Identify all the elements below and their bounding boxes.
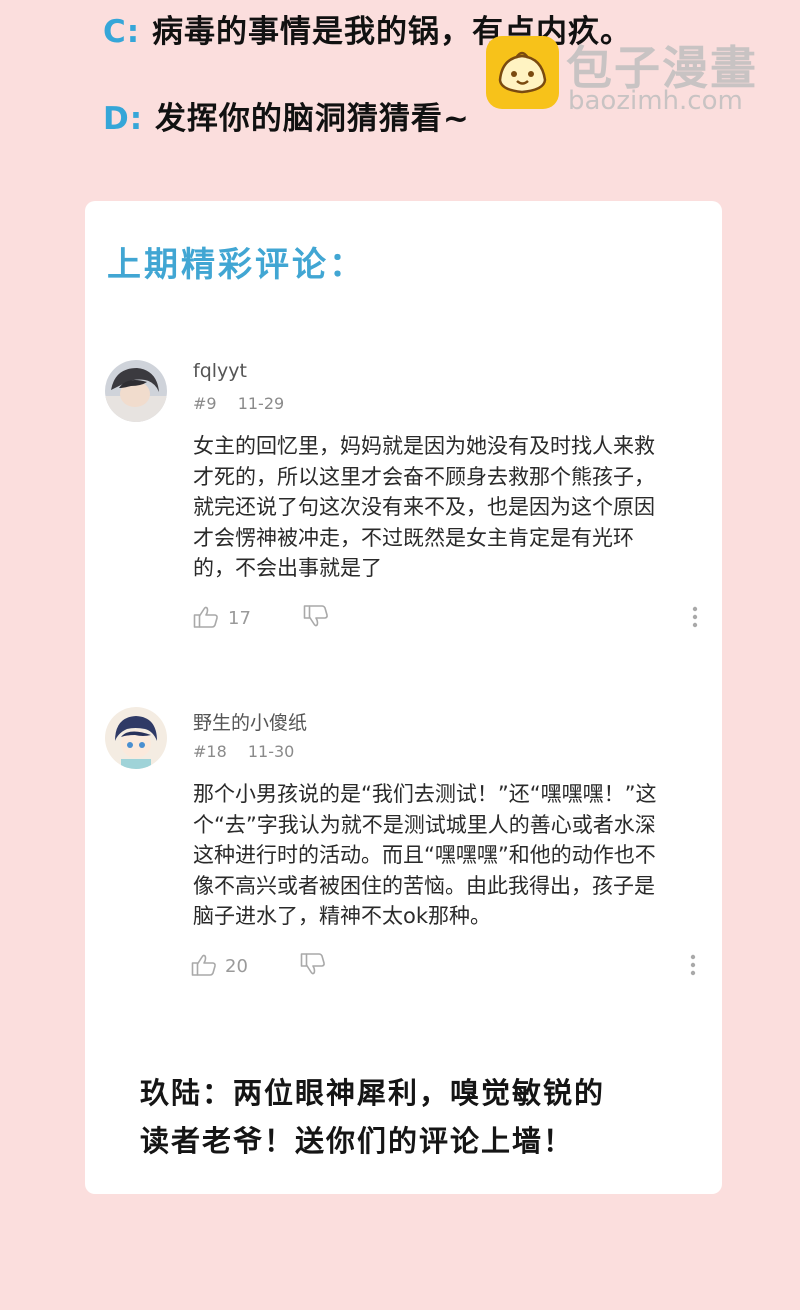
quiz-option-d-letter: D:	[103, 101, 144, 137]
username[interactable]: 野生的小傻纸	[193, 708, 307, 735]
avatar[interactable]	[105, 707, 167, 769]
comment-meta: #18 11-30	[193, 742, 294, 761]
thumbs-up-icon[interactable]	[191, 953, 217, 981]
comments-card: 上期精彩评论： fqlyyt #9 11-29 女主的回忆里，妈妈就是因为她没有…	[85, 201, 722, 1194]
more-options-icon[interactable]	[690, 954, 696, 980]
bun-icon	[486, 36, 559, 109]
closing-line: 读者老爷！送你们的评论上墙！	[140, 1124, 575, 1158]
thumbs-down-icon[interactable]	[300, 952, 326, 980]
floor-number: #9	[193, 394, 217, 413]
comment-line: 个“去”字我认为就不是测试城里人的善心或者水深	[193, 812, 656, 837]
comment-line: 这种进行时的活动。而且“嘿嘿嘿”和他的动作也不	[193, 843, 656, 867]
watermark: 包子漫畫 baozimh.com	[486, 32, 786, 122]
comment-line: 的，不会出事就是了	[193, 556, 382, 580]
comment-line: 才会愣神被冲走，不过既然是女主肯定是有光环	[193, 525, 634, 550]
quiz-option-c-letter: C:	[103, 14, 141, 50]
thumbs-up-icon[interactable]	[193, 605, 219, 633]
closing-message: 玖陆：两位眼神犀利，嗅觉敏锐的 读者老爷！送你们的评论上墙！	[140, 1069, 605, 1165]
more-options-icon[interactable]	[692, 606, 698, 632]
watermark-url: baozimh.com	[568, 86, 743, 116]
like-count: 17	[228, 608, 251, 629]
thumbs-down-icon[interactable]	[303, 604, 329, 632]
card-heading: 上期精彩评论：	[107, 245, 366, 285]
quiz-option-d: D: 发挥你的脑洞猜猜看~	[103, 93, 470, 138]
comment-line: 像不高兴或者被困住的苦恼。由此我得出，孩子是	[193, 873, 655, 898]
comment-body: 那个小男孩说的是“我们去测试！”还“嘿嘿嘿！”这 个“去”字我认为就不是测试城里…	[193, 779, 708, 932]
comment-line: 才死的，所以这里才会奋不顾身去救那个熊孩子，	[193, 464, 655, 489]
comment-line: 脑子进水了，精神不太ok那种。	[193, 904, 492, 928]
floor-number: #18	[193, 742, 227, 761]
comment-body: 女主的回忆里，妈妈就是因为她没有及时找人来救 才死的，所以这里才会奋不顾身去救那…	[193, 431, 708, 584]
comment-line: 那个小男孩说的是“我们去测试！”还“嘿嘿嘿！”这	[193, 782, 657, 806]
comment-date: 11-30	[247, 742, 295, 761]
username[interactable]: fqlyyt	[193, 360, 247, 382]
comment-line: 女主的回忆里，妈妈就是因为她没有及时找人来救	[193, 434, 655, 458]
like-count: 20	[225, 956, 248, 977]
closing-line: 玖陆：两位眼神犀利，嗅觉敏锐的	[140, 1076, 606, 1110]
avatar[interactable]	[105, 360, 167, 422]
comment-date: 11-29	[237, 394, 285, 413]
comment-meta: #9 11-29	[193, 394, 284, 413]
comment-line: 就完还说了句这次没有来不及，也是因为这个原因	[193, 495, 655, 519]
quiz-option-d-text: 发挥你的脑洞猜猜看~	[154, 101, 470, 137]
